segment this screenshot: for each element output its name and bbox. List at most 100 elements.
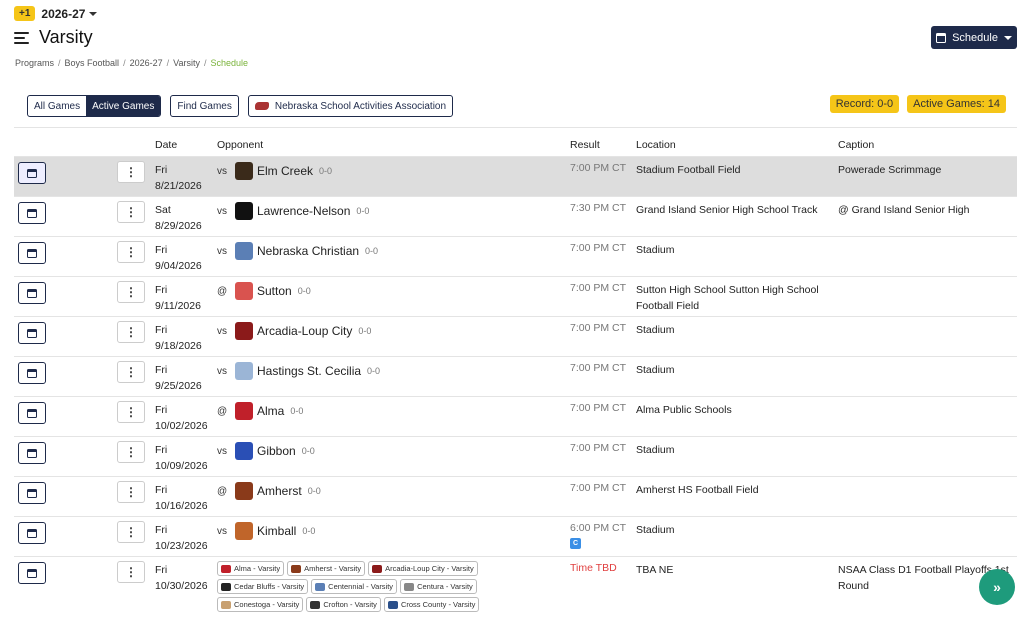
active-games-button[interactable]: Active Games: [86, 96, 161, 116]
expand-chevrons-button[interactable]: »: [979, 569, 1015, 605]
menu-icon[interactable]: [14, 31, 29, 44]
game-opponent[interactable]: vs Kimball 0-0: [217, 522, 315, 540]
more-options-button[interactable]: ⋮: [117, 521, 145, 543]
game-result: 7:00 PM CT: [570, 322, 627, 334]
game-opponent[interactable]: vs Arcadia-Loup City 0-0: [217, 322, 371, 340]
team-logo-icon: [291, 564, 302, 573]
col-date: Date: [155, 139, 178, 151]
game-location: Stadium: [636, 324, 675, 336]
game-opponent[interactable]: @ Alma 0-0: [217, 402, 303, 420]
more-options-button[interactable]: ⋮: [117, 481, 145, 503]
opponent-tag[interactable]: Centura - Varsity: [400, 579, 477, 594]
home-away: vs: [217, 365, 227, 377]
team-logo-icon: [221, 564, 231, 573]
all-games-button[interactable]: All Games: [28, 96, 86, 116]
more-options-button[interactable]: ⋮: [117, 561, 145, 583]
home-away: vs: [217, 205, 227, 217]
game-opponent[interactable]: vs Lawrence-Nelson 0-0: [217, 202, 369, 220]
opponent-record: 0-0: [290, 406, 304, 416]
team-logo-icon: [235, 442, 253, 460]
next-season-badge[interactable]: +1: [14, 6, 36, 21]
opponent-name[interactable]: Elm Creek: [257, 164, 313, 178]
opponent-tag[interactable]: Centennial - Varsity: [311, 579, 398, 594]
opponent-name[interactable]: Amherst: [257, 484, 302, 498]
table-row[interactable]: ⋮ Fri 10/30/2026 Alma - Varsity Amherst - …: [14, 556, 1017, 619]
calendar-button[interactable]: [18, 362, 46, 384]
more-options-button[interactable]: ⋮: [117, 401, 145, 423]
game-opponent[interactable]: vs Hastings St. Cecilia 0-0: [217, 362, 380, 380]
opponent-record: 0-0: [356, 206, 370, 216]
team-logo-icon: [235, 322, 253, 340]
opponent-tag[interactable]: Arcadia-Loup City - Varsity: [368, 561, 478, 576]
find-games-button[interactable]: Find Games: [170, 95, 239, 117]
more-options-button[interactable]: ⋮: [117, 361, 145, 383]
home-away: vs: [217, 525, 227, 537]
calendar-button[interactable]: [18, 242, 46, 264]
game-opponent[interactable]: vs Elm Creek 0-0: [217, 162, 332, 180]
active-games-badge: Active Games: 14: [907, 95, 1006, 113]
opponent-tag[interactable]: Crofton - Varsity: [306, 597, 381, 612]
team-logo-icon: [372, 564, 383, 573]
opponent-tag[interactable]: Cross County - Varsity: [383, 597, 480, 612]
opponent-name[interactable]: Arcadia-Loup City: [257, 324, 352, 338]
season-dropdown[interactable]: 2026-27: [41, 7, 98, 21]
breadcrumb-sport[interactable]: Boys Football: [65, 58, 120, 68]
calendar-button[interactable]: [18, 162, 46, 184]
team-logo-icon: [235, 362, 253, 380]
team-logo-icon: [387, 600, 398, 609]
opponent-name[interactable]: Kimball: [257, 524, 296, 538]
table-row[interactable]: ⋮ Fri 9/25/2026 vs Hastings St. Cecilia 0…: [14, 356, 1017, 396]
more-options-button[interactable]: ⋮: [117, 441, 145, 463]
opponent-name[interactable]: Gibbon: [257, 444, 296, 458]
game-result: 7:00 PM CT: [570, 362, 627, 374]
opponent-name[interactable]: Hastings St. Cecilia: [257, 364, 361, 378]
table-row[interactable]: ⋮ Fri 10/23/2026 vs Kimball 0-0 6:00 PM C…: [14, 516, 1017, 556]
opponent-tag[interactable]: Alma - Varsity: [217, 561, 285, 576]
table-row[interactable]: ⋮ Fri 9/04/2026 vs Nebraska Christian 0-0…: [14, 236, 1017, 276]
calendar-button[interactable]: [18, 442, 46, 464]
opponent-name[interactable]: Lawrence-Nelson: [257, 204, 350, 218]
more-options-button[interactable]: ⋮: [117, 161, 145, 183]
opponent-name[interactable]: Alma: [257, 404, 284, 418]
calendar-icon: [27, 288, 37, 298]
table-row[interactable]: ⋮ Fri 9/11/2026 @ Sutton 0-0 7:00 PM CT S…: [14, 276, 1017, 316]
opponent-tag[interactable]: Amherst - Varsity: [287, 561, 366, 576]
season-selector[interactable]: +1 2026-27: [14, 6, 98, 21]
col-location: Location: [636, 139, 676, 151]
opponent-name[interactable]: Sutton: [257, 284, 292, 298]
calendar-icon: [27, 448, 37, 458]
opponent-tag[interactable]: Cedar Bluffs - Varsity: [217, 579, 309, 594]
more-options-button[interactable]: ⋮: [117, 281, 145, 303]
schedule-button[interactable]: Schedule: [931, 26, 1017, 49]
breadcrumb-season[interactable]: 2026-27: [130, 58, 163, 68]
game-opponent[interactable]: @ Sutton 0-0: [217, 282, 311, 300]
table-row[interactable]: ⋮ Fri 9/18/2026 vs Arcadia-Loup City 0-0 …: [14, 316, 1017, 356]
game-date: Fri 9/18/2026: [155, 324, 202, 352]
game-date: Sat 8/29/2026: [155, 204, 202, 232]
more-options-button[interactable]: ⋮: [117, 201, 145, 223]
game-opponent[interactable]: vs Nebraska Christian 0-0: [217, 242, 378, 260]
calendar-button[interactable]: [18, 322, 46, 344]
calendar-button[interactable]: [18, 522, 46, 544]
calendar-icon: [27, 488, 37, 498]
association-button[interactable]: Nebraska School Activities Association: [247, 95, 454, 117]
table-row[interactable]: ⋮ Fri 10/16/2026 @ Amherst 0-0 7:00 PM CT…: [14, 476, 1017, 516]
table-row[interactable]: ⋮ Fri 8/21/2026 vs Elm Creek 0-0 7:00 PM …: [14, 156, 1017, 196]
calendar-button[interactable]: [18, 402, 46, 424]
breadcrumb-programs[interactable]: Programs: [15, 58, 54, 68]
breadcrumb-team[interactable]: Varsity: [173, 58, 200, 68]
game-opponent[interactable]: @ Amherst 0-0: [217, 482, 321, 500]
table-row[interactable]: ⋮ Sat 8/29/2026 vs Lawrence-Nelson 0-0 7:…: [14, 196, 1017, 236]
calendar-button[interactable]: [18, 482, 46, 504]
opponent-tag[interactable]: Conestoga - Varsity: [217, 597, 304, 612]
calendar-button[interactable]: [18, 562, 46, 584]
calendar-button[interactable]: [18, 282, 46, 304]
more-options-button[interactable]: ⋮: [117, 321, 145, 343]
calendar-icon: [27, 168, 37, 178]
game-opponent[interactable]: vs Gibbon 0-0: [217, 442, 315, 460]
calendar-button[interactable]: [18, 202, 46, 224]
opponent-name[interactable]: Nebraska Christian: [257, 244, 359, 258]
table-row[interactable]: ⋮ Fri 10/02/2026 @ Alma 0-0 7:00 PM CT Al…: [14, 396, 1017, 436]
more-options-button[interactable]: ⋮: [117, 241, 145, 263]
table-row[interactable]: ⋮ Fri 10/09/2026 vs Gibbon 0-0 7:00 PM CT…: [14, 436, 1017, 476]
